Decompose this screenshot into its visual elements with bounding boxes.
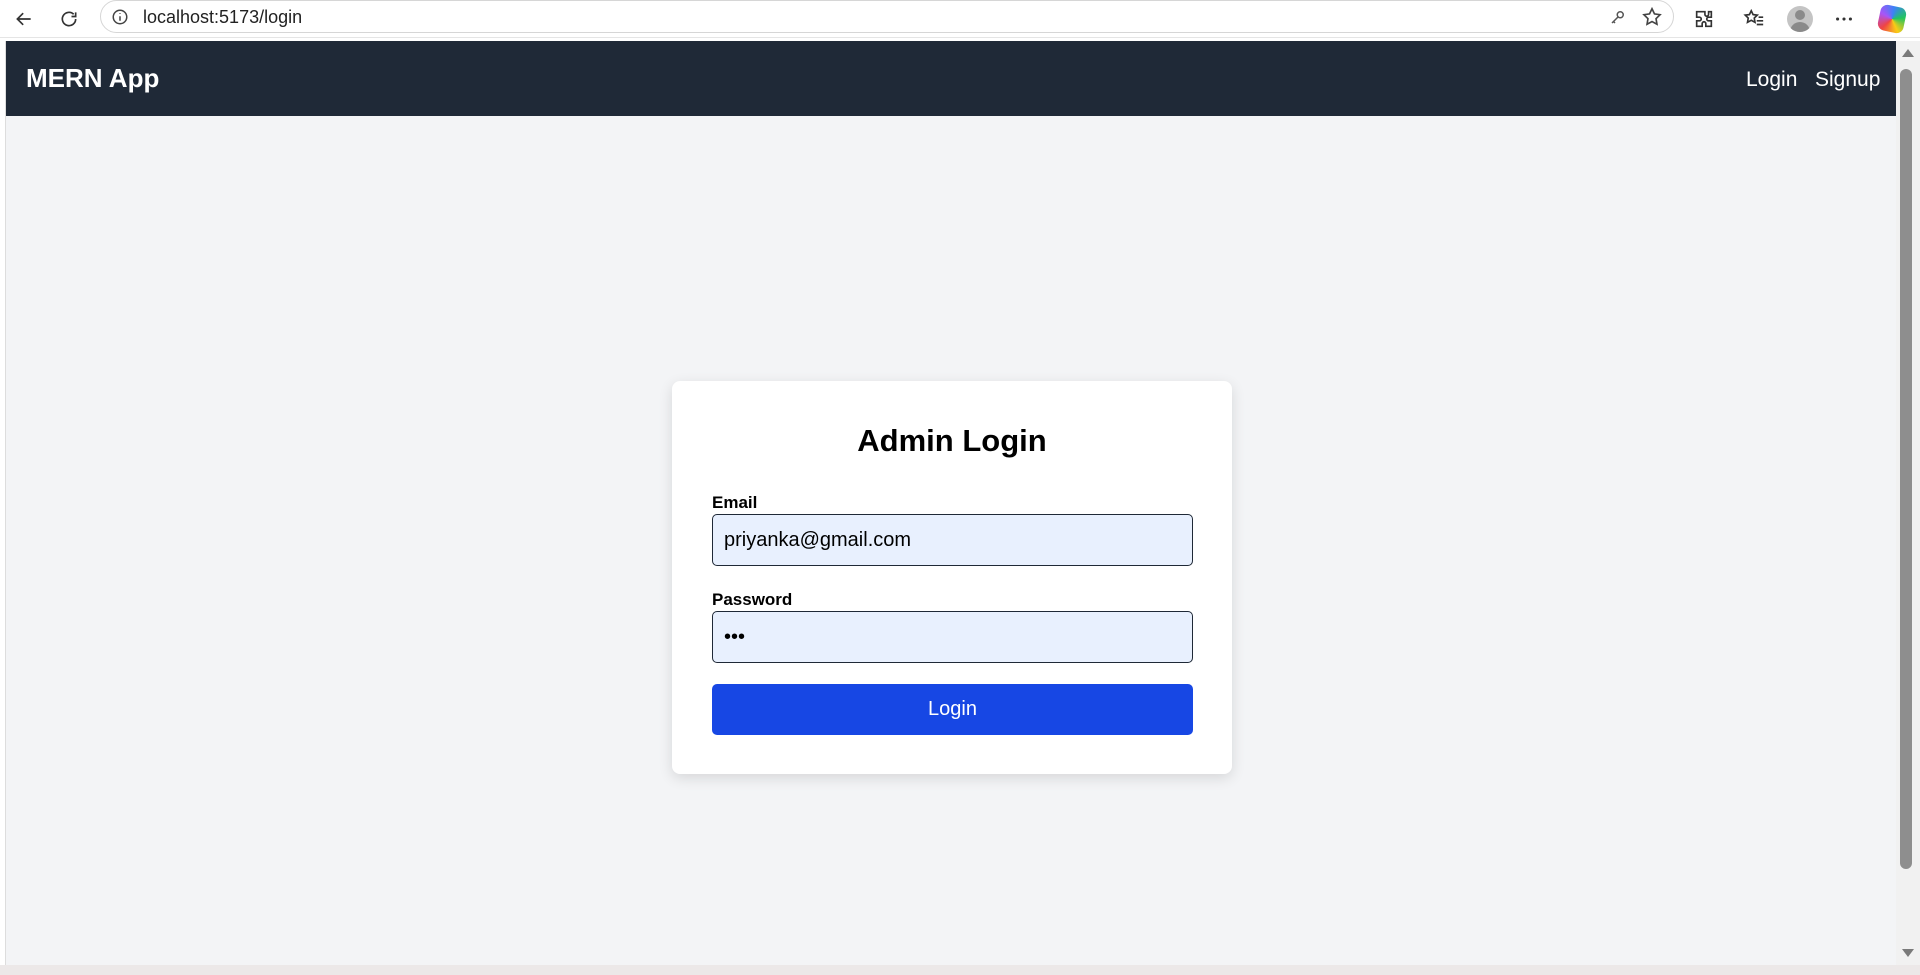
scroll-down-arrow-icon[interactable] [1902, 949, 1914, 957]
favorites-button[interactable] [1738, 3, 1770, 35]
address-bar[interactable]: localhost:5173/login [100, 0, 1674, 33]
more-icon [1836, 17, 1852, 21]
key-icon[interactable] [1609, 8, 1627, 26]
email-label: Email [712, 493, 758, 512]
navbar: MERN App Login Signup [6, 41, 1897, 116]
page-title: Admin Login [857, 423, 1047, 458]
more-button[interactable] [1828, 3, 1860, 35]
scroll-thumb[interactable] [1900, 69, 1912, 869]
email-field[interactable] [712, 514, 1193, 566]
reload-icon [61, 11, 77, 27]
reload-button[interactable] [53, 3, 85, 35]
nav-login-link[interactable]: Login [1746, 68, 1797, 92]
password-label: Password [712, 590, 793, 609]
star-icon[interactable] [1641, 6, 1663, 28]
back-arrow-icon [16, 12, 31, 26]
copilot-icon [1876, 3, 1908, 35]
puzzle-icon [1695, 10, 1713, 28]
browser-toolbar: localhost:5173/login [0, 0, 1920, 38]
password-field[interactable] [712, 611, 1193, 663]
login-card: Admin Login Email Password Login [672, 381, 1232, 774]
window-bottom-edge [0, 965, 1920, 975]
page-scrollbar[interactable] [1896, 41, 1920, 965]
copilot-button[interactable] [1876, 3, 1908, 35]
brand-logo[interactable]: MERN App [26, 63, 159, 94]
nav-signup-link[interactable]: Signup [1815, 68, 1880, 92]
scroll-up-arrow-icon[interactable] [1902, 49, 1914, 57]
page-viewport: MERN App Login Signup Admin Login Email … [5, 41, 1897, 965]
profile-button[interactable] [1784, 3, 1816, 35]
back-button[interactable] [8, 3, 40, 35]
favorites-icon [1743, 8, 1764, 26]
url-text[interactable]: localhost:5173/login [143, 7, 302, 28]
avatar [1787, 6, 1813, 32]
login-button[interactable]: Login [712, 684, 1193, 735]
extensions-button[interactable] [1688, 3, 1720, 35]
info-icon[interactable] [111, 8, 129, 26]
